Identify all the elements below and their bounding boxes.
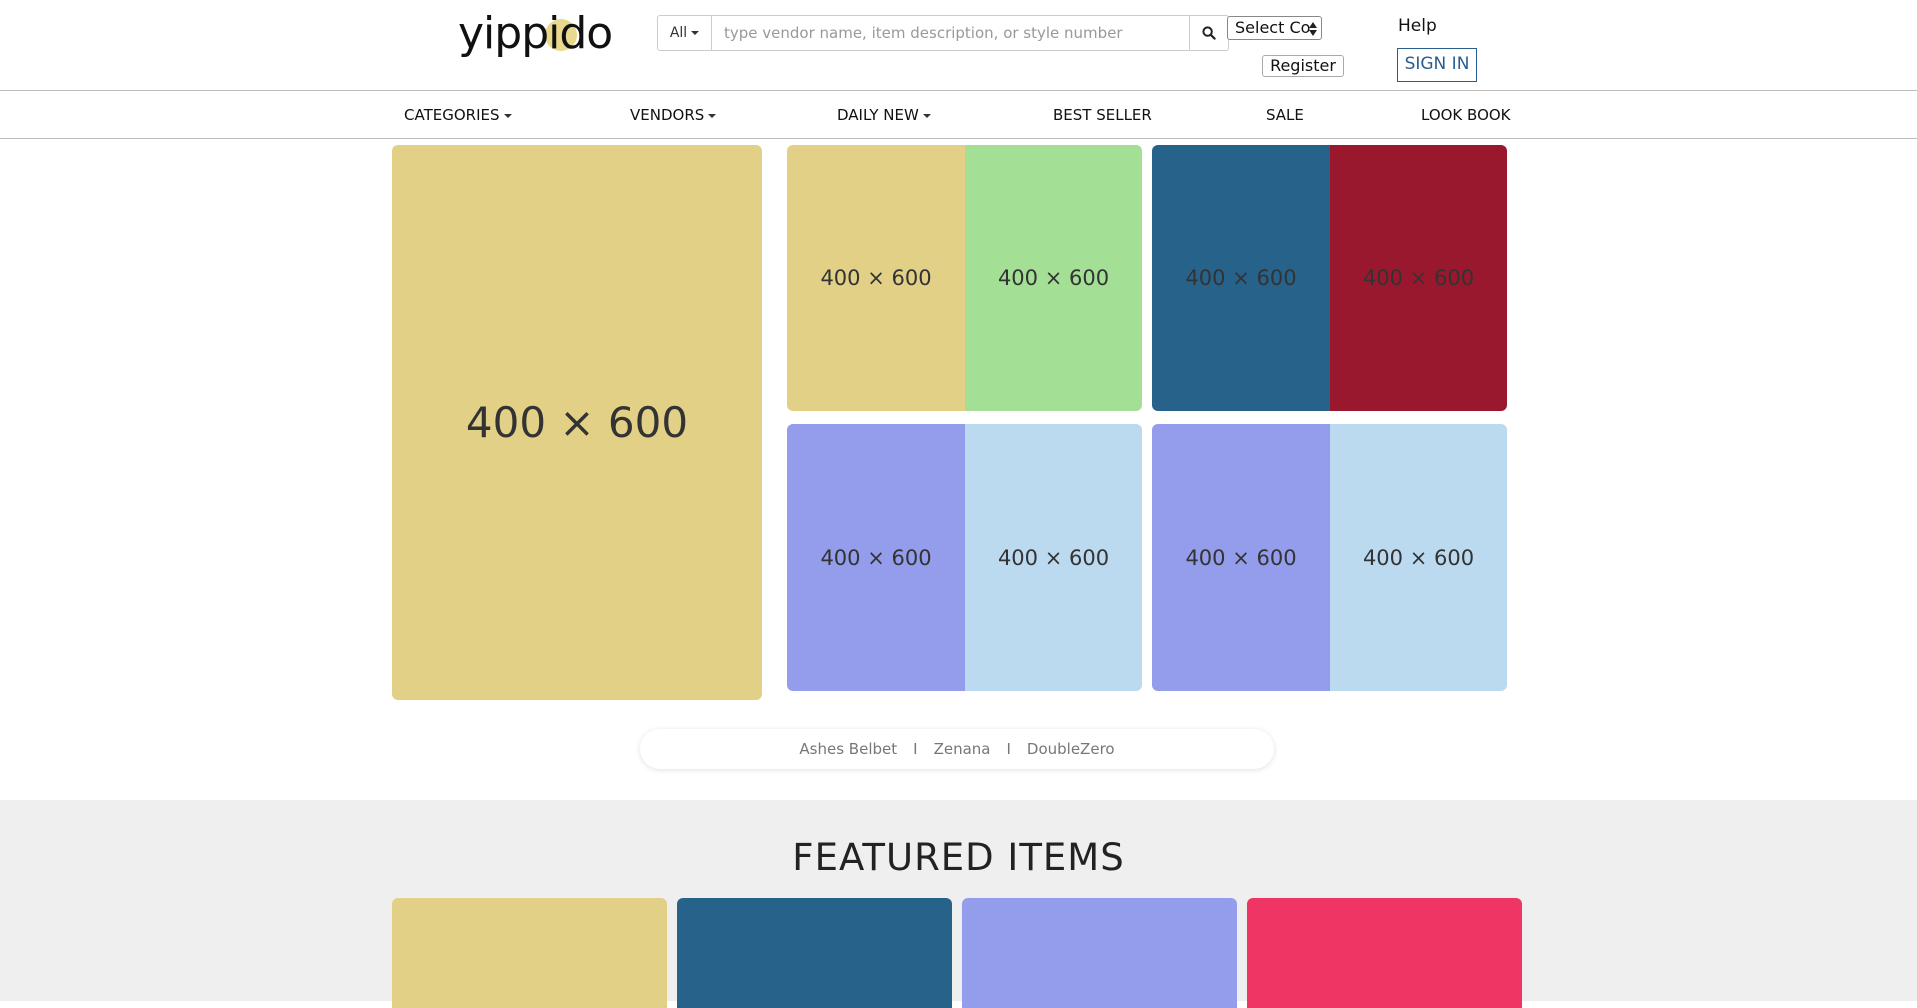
search-input[interactable] xyxy=(712,15,1189,51)
vendor-separator: I xyxy=(1006,740,1011,758)
country-select[interactable]: Select Co xyxy=(1227,16,1322,40)
banner-tile[interactable]: 400 × 600 xyxy=(787,424,965,691)
banner-tile[interactable]: 400 × 600 xyxy=(787,145,965,411)
banner-tile[interactable]: 400 × 600 xyxy=(1330,424,1507,691)
search-scope-dropdown[interactable]: All xyxy=(657,15,712,51)
placeholder-label: 400 × 600 xyxy=(997,545,1110,570)
nav-item-look-book[interactable]: LOOK BOOK xyxy=(1421,106,1511,124)
chevron-down-icon xyxy=(922,113,931,118)
chevron-down-icon xyxy=(691,31,700,35)
banner-main-image[interactable]: 400 × 600 xyxy=(392,145,762,700)
featured-item-card[interactable] xyxy=(1247,898,1522,1008)
nav-item-label: CATEGORIES xyxy=(404,106,500,124)
placeholder-label: 400 × 600 xyxy=(465,398,689,447)
featured-vendors-strip: Ashes Belbet I Zenana I DoubleZero xyxy=(640,729,1274,769)
placeholder-label: 400 × 600 xyxy=(1185,266,1297,290)
banner-tile[interactable]: 400 × 600 xyxy=(1152,424,1330,691)
placeholder-label: 400 × 600 xyxy=(1185,545,1297,570)
placeholder-label: 400 × 600 xyxy=(1362,545,1475,570)
nav-item-categories[interactable]: CATEGORIES xyxy=(404,106,512,124)
section-title: FEATURED ITEMS xyxy=(792,836,1125,879)
vendor-link[interactable]: Zenana xyxy=(934,740,991,758)
featured-item-card[interactable] xyxy=(962,898,1237,1008)
site-header: yippido All Select Co Help Register SIGN… xyxy=(0,0,1917,91)
select-arrows-icon xyxy=(1309,22,1317,36)
country-select-label: Select Co xyxy=(1235,18,1311,37)
placeholder-label: 400 × 600 xyxy=(820,266,932,290)
banner-tile[interactable]: 400 × 600 xyxy=(1152,145,1330,411)
banner-tile[interactable]: 400 × 600 xyxy=(965,424,1142,691)
nav-item-daily-new[interactable]: DAILY NEW xyxy=(837,106,931,124)
featured-item-card[interactable] xyxy=(392,898,667,1008)
featured-section: FEATURED ITEMS xyxy=(0,800,1917,1008)
search-bar: All xyxy=(657,15,1229,51)
banner-tile[interactable]: 400 × 600 xyxy=(965,145,1142,411)
help-link[interactable]: Help xyxy=(1398,16,1437,36)
banner-tile[interactable]: 400 × 600 xyxy=(1330,145,1507,411)
nav-item-label: BEST SELLER xyxy=(1053,106,1152,124)
search-scope-label: All xyxy=(669,25,688,41)
yippido-logo[interactable]: yippido xyxy=(458,6,613,64)
logo-text: yippido xyxy=(458,8,613,59)
placeholder-label: 400 × 600 xyxy=(997,266,1110,290)
chevron-down-icon xyxy=(503,113,512,118)
main-nav: CATEGORIES VENDORS DAILY NEW BEST SELLER… xyxy=(0,91,1917,139)
vendor-link[interactable]: DoubleZero xyxy=(1027,740,1115,758)
vendor-separator: I xyxy=(913,740,918,758)
sign-in-button[interactable]: SIGN IN xyxy=(1397,48,1477,82)
nav-item-label: VENDORS xyxy=(630,106,705,124)
nav-item-vendors[interactable]: VENDORS xyxy=(630,106,717,124)
search-button[interactable] xyxy=(1189,15,1229,51)
register-button[interactable]: Register xyxy=(1262,55,1344,77)
nav-item-label: SALE xyxy=(1266,106,1304,124)
nav-item-sale[interactable]: SALE xyxy=(1266,106,1304,124)
featured-item-card[interactable] xyxy=(677,898,952,1008)
nav-item-label: DAILY NEW xyxy=(837,106,919,124)
search-icon xyxy=(1202,26,1216,40)
chevron-down-icon xyxy=(708,113,717,118)
placeholder-label: 400 × 600 xyxy=(1362,266,1475,290)
nav-item-label: LOOK BOOK xyxy=(1421,106,1511,124)
placeholder-label: 400 × 600 xyxy=(820,545,932,570)
nav-item-best-seller[interactable]: BEST SELLER xyxy=(1053,106,1152,124)
vendor-link[interactable]: Ashes Belbet xyxy=(799,740,897,758)
